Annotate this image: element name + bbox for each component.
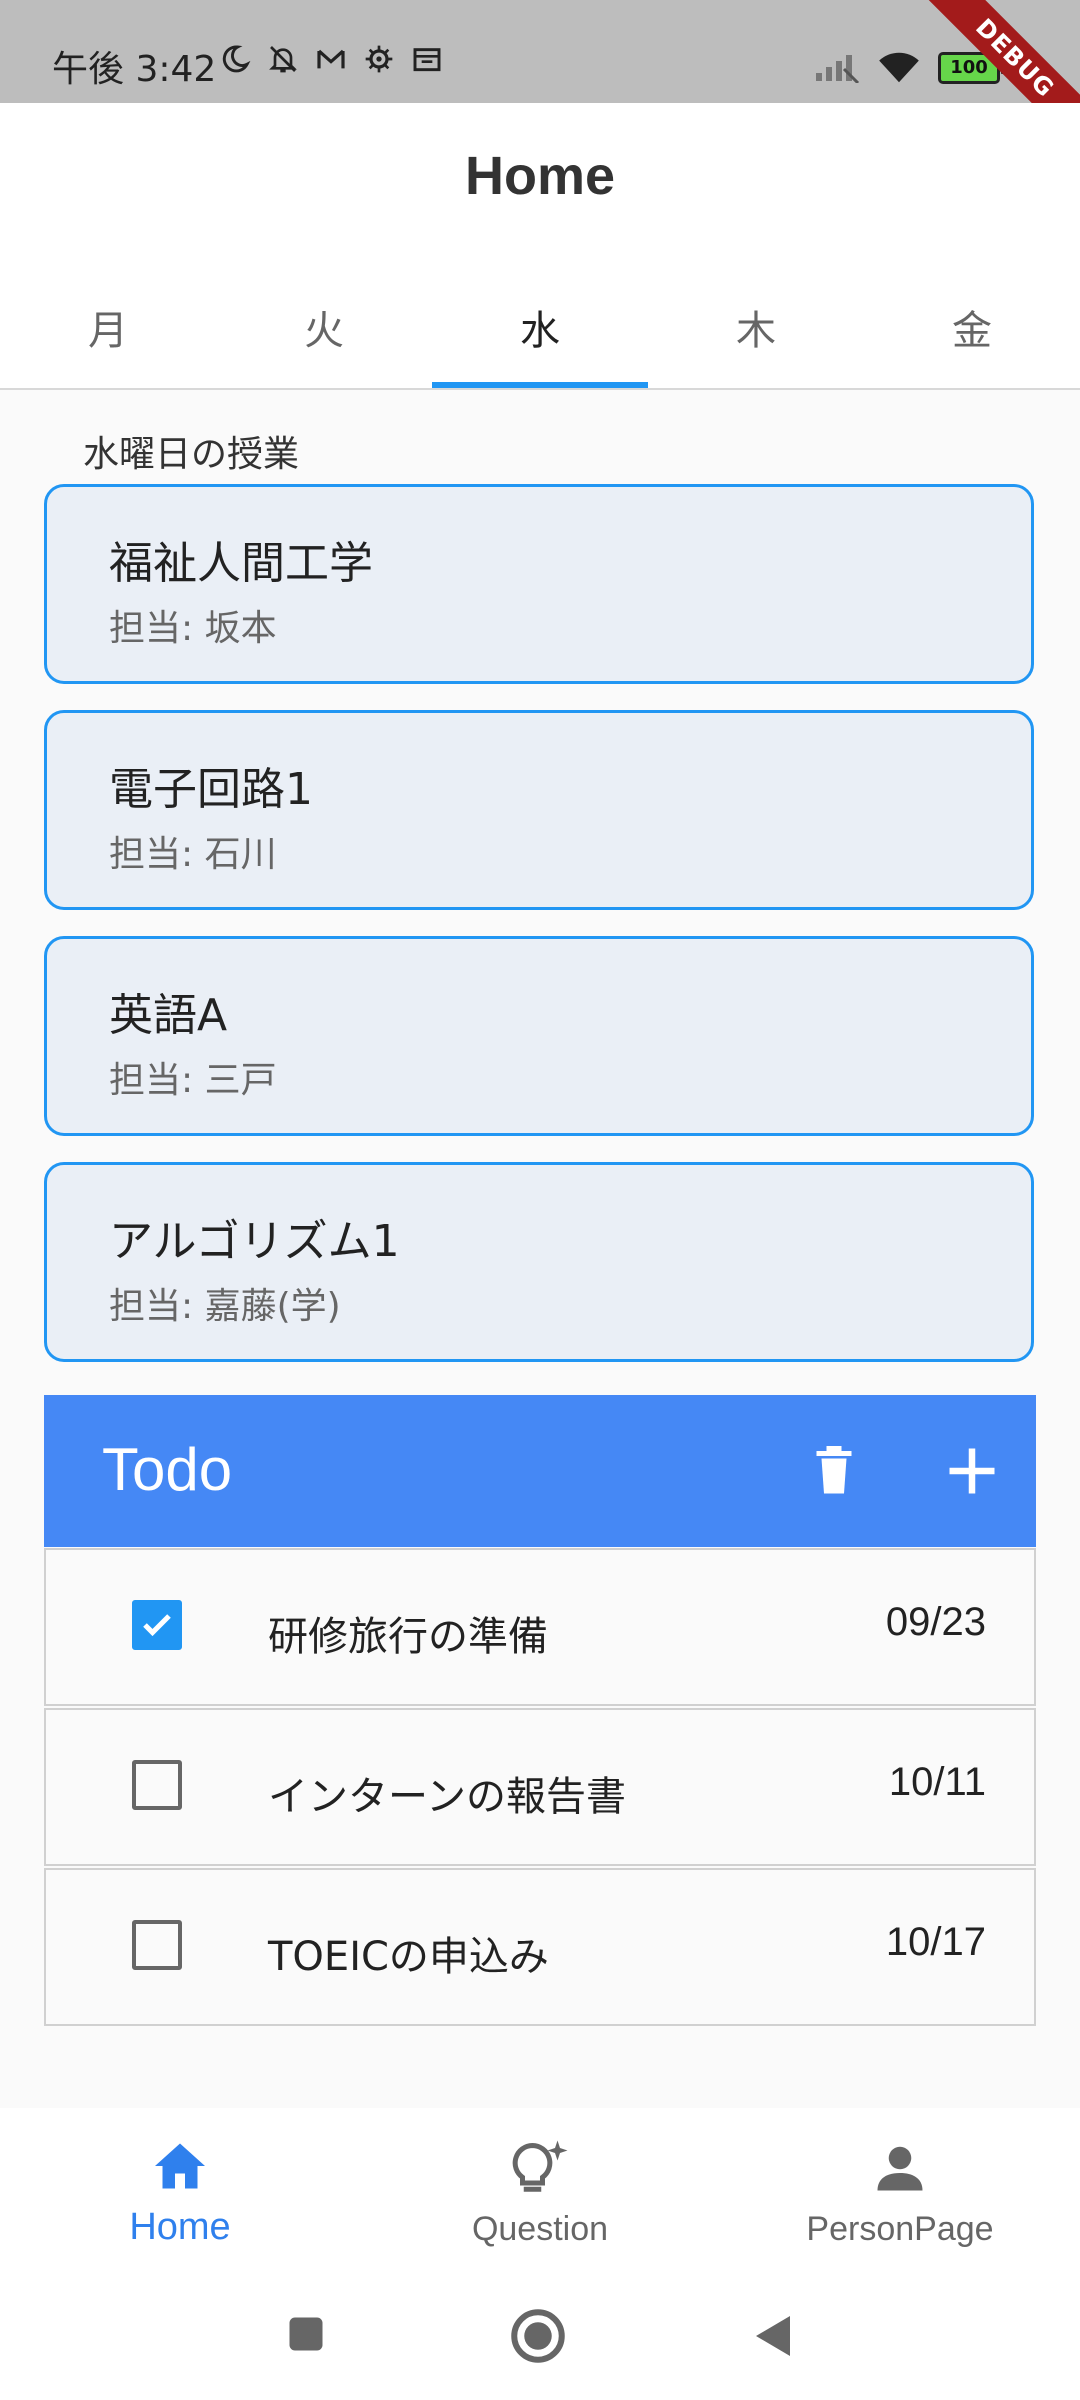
- class-card[interactable]: アルゴリズム1 担当: 嘉藤(学): [44, 1162, 1034, 1362]
- circle-icon: [511, 2309, 565, 2363]
- calendar-icon: [410, 42, 444, 76]
- nav-label: Home: [129, 2206, 231, 2248]
- todo-checkbox[interactable]: [132, 1920, 182, 1970]
- day-tabs: 月 火 水 木 金: [0, 258, 1080, 390]
- moon-icon: [218, 42, 252, 76]
- checkmark-icon: [143, 1614, 171, 1637]
- person-icon: [877, 2146, 923, 2191]
- class-card[interactable]: 電子回路1 担当: 石川: [44, 710, 1034, 910]
- class-teacher: 担当: 坂本: [109, 608, 277, 649]
- bottom-nav: Home Question PersonPage: [0, 2108, 1080, 2288]
- plus-icon: [949, 1448, 995, 1494]
- class-title: 福祉人間工学: [109, 538, 373, 589]
- tab-label: 木: [736, 308, 776, 354]
- todo-date: 10/17: [885, 1920, 986, 1964]
- todo-text: TOEICの申込み: [268, 1934, 549, 1980]
- tab-thursday[interactable]: 木: [648, 258, 864, 388]
- class-title: 電子回路1: [109, 764, 313, 815]
- todo-date: 10/11: [888, 1760, 986, 1804]
- section-label: 水曜日の授業: [83, 434, 300, 475]
- class-teacher: 担当: 石川: [109, 834, 277, 875]
- class-title: アルゴリズム1: [109, 1216, 400, 1267]
- nav-home[interactable]: Home: [30, 2138, 330, 2249]
- wifi-icon: [876, 48, 922, 88]
- system-nav-bar: [0, 2288, 1080, 2400]
- status-bar: 午後 3:42 100 DEBUG: [0, 0, 1080, 161]
- back-triangle-icon: [756, 2316, 790, 2356]
- back-button[interactable]: [750, 2312, 794, 2364]
- signal-icon: [814, 49, 860, 87]
- todo-checkbox[interactable]: [132, 1760, 182, 1810]
- todo-text: 研修旅行の準備: [268, 1614, 548, 1660]
- todo-item[interactable]: TOEICの申込み 10/17: [44, 1868, 1036, 2026]
- recents-button[interactable]: [284, 2312, 328, 2360]
- gmail-icon: [314, 42, 348, 76]
- tab-wednesday[interactable]: 水: [432, 258, 648, 388]
- home-system-button[interactable]: [508, 2306, 568, 2370]
- tab-friday[interactable]: 金: [864, 258, 1080, 388]
- nav-question[interactable]: Question: [390, 2138, 690, 2249]
- status-system-icons: 100: [814, 48, 1005, 88]
- add-todo-button[interactable]: [942, 1441, 1002, 1501]
- todo-text: インターンの報告書: [268, 1774, 626, 1820]
- nav-personpage[interactable]: PersonPage: [750, 2138, 1050, 2249]
- nav-label: PersonPage: [806, 2210, 994, 2248]
- bell-off-icon: [266, 42, 300, 76]
- delete-todo-button[interactable]: [804, 1441, 864, 1501]
- todo-title: Todo: [102, 1436, 233, 1503]
- home-icon: [155, 2143, 205, 2189]
- tab-indicator: [432, 382, 648, 388]
- todo-date: 09/23: [885, 1600, 986, 1644]
- app-bar: Home: [0, 103, 1080, 258]
- settings-icon: [362, 42, 396, 76]
- tab-label: 火: [304, 308, 344, 354]
- class-card[interactable]: 福祉人間工学 担当: 坂本: [44, 484, 1034, 684]
- status-time: 午後 3:42: [52, 49, 217, 90]
- class-teacher: 担当: 三戸: [109, 1060, 277, 1101]
- class-title: 英語A: [109, 990, 228, 1041]
- tab-monday[interactable]: 月: [0, 258, 216, 388]
- todo-item[interactable]: インターンの報告書 10/11: [44, 1708, 1036, 1866]
- tab-label: 月: [88, 308, 128, 354]
- tab-label: 水: [520, 308, 560, 354]
- todo-header: Todo: [44, 1395, 1036, 1547]
- status-notification-icons: [218, 42, 444, 76]
- lightbulb-icon: [512, 2140, 568, 2192]
- page-title: Home: [464, 146, 616, 206]
- trash-icon: [816, 1446, 852, 1494]
- todo-checkbox[interactable]: [132, 1600, 182, 1650]
- tab-label: 金: [952, 308, 992, 354]
- tab-tuesday[interactable]: 火: [216, 258, 432, 388]
- todo-item[interactable]: 研修旅行の準備 09/23: [44, 1548, 1036, 1706]
- nav-label: Question: [471, 2210, 609, 2248]
- square-icon: [289, 2317, 323, 2351]
- class-card[interactable]: 英語A 担当: 三戸: [44, 936, 1034, 1136]
- class-teacher: 担当: 嘉藤(学): [109, 1286, 341, 1327]
